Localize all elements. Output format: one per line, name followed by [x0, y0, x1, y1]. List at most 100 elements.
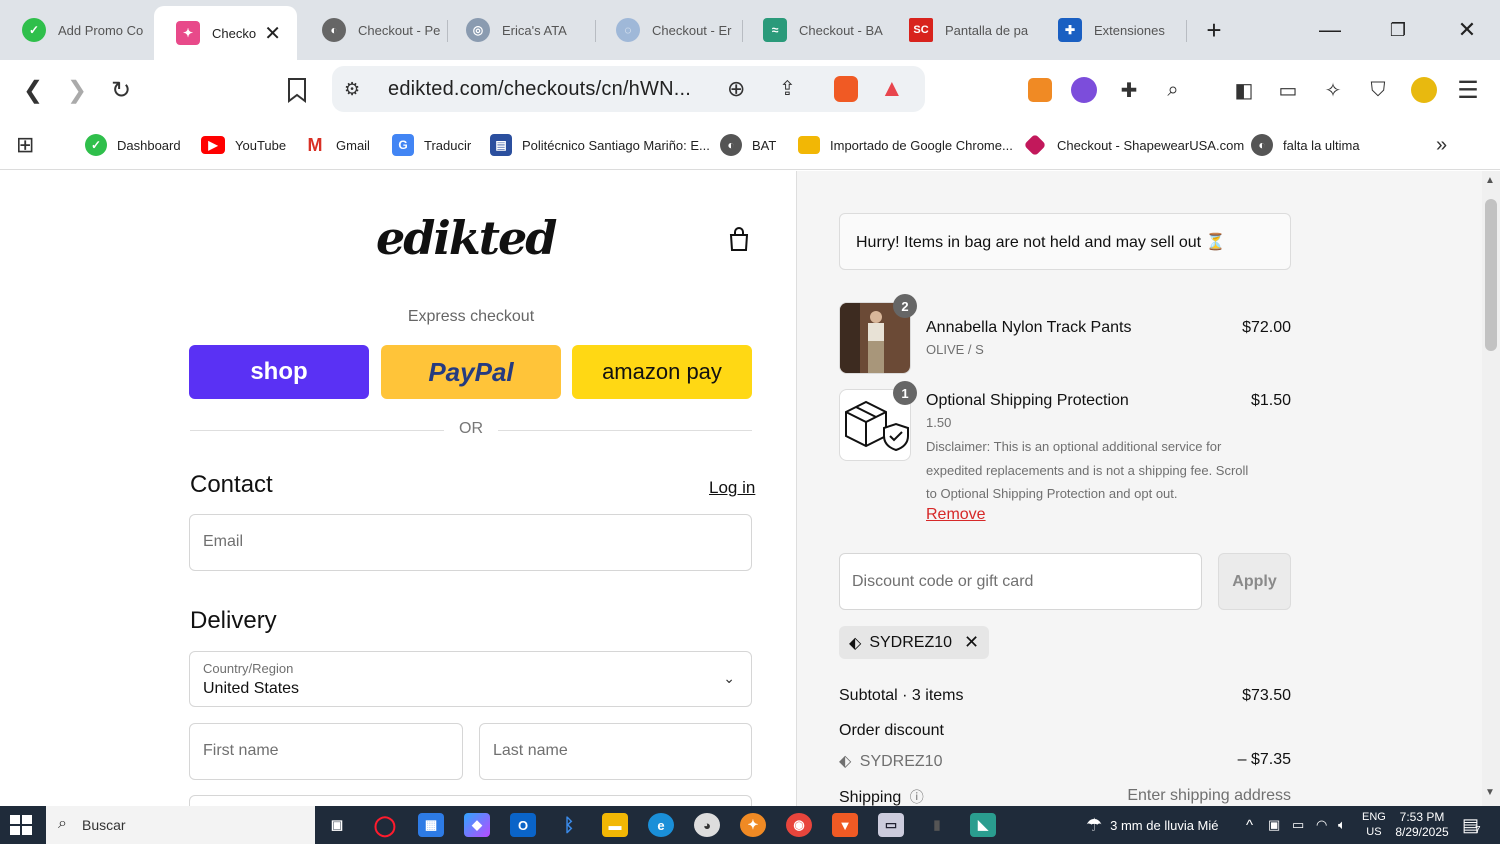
- edge-icon[interactable]: e: [648, 813, 674, 837]
- scroll-thumb[interactable]: [1485, 199, 1497, 351]
- tab-search-icon[interactable]: ⌕: [1157, 74, 1189, 106]
- apply-discount-button[interactable]: Apply: [1218, 553, 1291, 610]
- last-name-field[interactable]: Last name: [479, 723, 752, 780]
- brave-shield-icon[interactable]: [834, 76, 858, 102]
- notifications-icon[interactable]: ▤ 7: [1462, 806, 1481, 844]
- wifi-icon[interactable]: ◠: [1316, 806, 1327, 844]
- tab-label: Erica's ATA: [502, 22, 567, 38]
- app-window-icon[interactable]: ▭: [878, 813, 904, 837]
- tab-favicon-icon: ◌: [616, 18, 640, 42]
- bluetooth-icon[interactable]: ᛒ: [556, 813, 582, 837]
- shop-pay-button[interactable]: shop: [189, 345, 369, 399]
- app-icon[interactable]: ✦: [740, 813, 766, 837]
- first-name-field[interactable]: First name: [189, 723, 463, 780]
- country-select[interactable]: Country/Region United States ⌄: [189, 651, 752, 707]
- tab-add-promo[interactable]: ✓ Add Promo Co: [0, 7, 150, 53]
- applied-code-label: SYDREZ10: [869, 633, 953, 651]
- battery-icon[interactable]: ▭: [1292, 806, 1304, 844]
- more-bookmarks-chevron-icon[interactable]: »: [1436, 130, 1447, 160]
- new-tab-plus-icon[interactable]: +: [1184, 8, 1244, 52]
- back-icon[interactable]: ❮: [15, 72, 51, 108]
- bookmark-shapewear[interactable]: Checkout - ShapewearUSA.com: [1023, 130, 1244, 160]
- tab-label: Extensiones: [1094, 22, 1165, 38]
- page-content: edikted Express checkout shop PayPal ama…: [0, 171, 1500, 806]
- sidebar-toggle-icon[interactable]: ◧: [1228, 74, 1260, 106]
- bookmark-gmail[interactable]: M Gmail: [304, 130, 370, 160]
- brave-rewards-icon[interactable]: ▲: [880, 75, 904, 103]
- bookmark-bat[interactable]: ◐ BAT: [720, 130, 776, 160]
- extension-icon[interactable]: [1028, 78, 1052, 102]
- forward-icon[interactable]: ❯: [59, 72, 95, 108]
- tab-checkout-pe[interactable]: ◐ Checkout - Pe: [300, 7, 445, 53]
- outlook-icon[interactable]: O: [510, 813, 536, 837]
- bookmark-politecnico[interactable]: ▤ Politécnico Santiago Mariño: E...: [490, 130, 710, 160]
- tab-pantalla[interactable]: SC Pantalla de pa: [887, 7, 1035, 53]
- shipping-row: Shipping ⓘ Enter shipping address: [839, 787, 1291, 806]
- amazon-pay-button[interactable]: amazon pay: [572, 345, 752, 399]
- tab-checkout-er[interactable]: ◌ Checkout - Er: [594, 7, 739, 53]
- tab-ericas-ata[interactable]: ◎ Erica's ATA: [444, 7, 594, 53]
- apps-grid-icon[interactable]: ⊞: [16, 130, 34, 160]
- help-circle-icon[interactable]: ⓘ: [910, 789, 924, 805]
- tab-checkout-ba[interactable]: ≈ Checkout - BA: [741, 7, 889, 53]
- chevron-down-icon: ⌄: [723, 670, 735, 686]
- bookmark-youtube[interactable]: ▶ YouTube: [201, 130, 286, 160]
- remove-code-icon[interactable]: ✕: [964, 632, 979, 653]
- site-info-icon[interactable]: ⚙: [344, 79, 360, 100]
- bookmark-dashboard[interactable]: ✓ Dashboard: [85, 130, 181, 160]
- restore-icon[interactable]: ❐: [1368, 8, 1428, 52]
- opera-icon[interactable]: ◯: [372, 813, 398, 837]
- close-window-icon[interactable]: ✕: [1437, 8, 1497, 52]
- store-logo[interactable]: edikted: [376, 211, 557, 265]
- extension-icon[interactable]: [1071, 77, 1097, 103]
- clock[interactable]: 7:53 PM 8/29/2025: [1395, 806, 1448, 844]
- email-field[interactable]: Email: [189, 514, 752, 571]
- discount-code-input[interactable]: Discount code or gift card: [839, 553, 1202, 610]
- app-icon[interactable]: ▮: [924, 813, 950, 837]
- minimize-icon[interactable]: —: [1300, 8, 1360, 52]
- zoom-icon[interactable]: ⊕: [727, 76, 745, 102]
- tab-checkout-active[interactable]: ✦ Checko ✕: [154, 6, 297, 60]
- show-hidden-icons-chevron-icon[interactable]: ^: [1246, 806, 1253, 844]
- chrome-profile-icon[interactable]: ◕: [694, 813, 720, 837]
- brave-icon[interactable]: ▼: [832, 813, 858, 837]
- tray-icon[interactable]: ▣: [1268, 806, 1280, 844]
- bookmark-folder-importado[interactable]: Importado de Google Chrome...: [798, 130, 1013, 160]
- item-variant: 1.50: [926, 415, 952, 430]
- taskbar-search[interactable]: ⌕ Buscar: [46, 806, 315, 844]
- vpn-shield-icon[interactable]: ⛉: [1362, 74, 1394, 106]
- page-scrollbar[interactable]: ▲ ▼: [1482, 171, 1500, 806]
- weather-widget[interactable]: ☂ 3 mm de lluvia Mié: [1086, 806, 1219, 844]
- close-tab-icon[interactable]: ✕: [264, 21, 281, 46]
- copilot-icon[interactable]: ◆: [464, 813, 490, 837]
- remove-protection-link[interactable]: Remove: [926, 506, 986, 524]
- shopping-bag-icon[interactable]: [726, 226, 752, 252]
- address-bar[interactable]: ⚙ edikted.com/checkouts/cn/hWN... ⊕ ⇪ ▲: [332, 66, 925, 112]
- volume-icon[interactable]: 🔈︎: [1338, 806, 1346, 844]
- reload-icon[interactable]: ↻: [103, 72, 139, 108]
- profile-avatar[interactable]: [1411, 77, 1437, 103]
- address-field[interactable]: [189, 795, 752, 806]
- chrome-icon[interactable]: ◉: [786, 813, 812, 837]
- bookmark-icon[interactable]: [279, 72, 315, 108]
- tab-extensiones[interactable]: ✚ Extensiones: [1036, 7, 1184, 53]
- language-indicator[interactable]: ENG US: [1362, 806, 1386, 844]
- app-icon[interactable]: ◣: [970, 813, 996, 837]
- login-link[interactable]: Log in: [709, 478, 755, 498]
- leo-ai-icon[interactable]: ✧: [1317, 74, 1349, 106]
- tab-favicon-icon: ≈: [763, 18, 787, 42]
- bookmark-traducir[interactable]: G Traducir: [392, 130, 471, 160]
- paypal-button[interactable]: PayPal: [381, 345, 561, 399]
- menu-hamburger-icon[interactable]: ☰: [1452, 74, 1484, 106]
- task-view-icon[interactable]: ▣: [324, 813, 350, 837]
- bookmark-falta[interactable]: ◐ falta la ultima: [1251, 130, 1360, 160]
- file-explorer-icon[interactable]: ▬: [602, 813, 628, 837]
- wallet-icon[interactable]: ▭: [1272, 74, 1304, 106]
- calculator-icon[interactable]: ▦: [418, 813, 444, 837]
- share-icon[interactable]: ⇪: [779, 76, 796, 101]
- extensions-puzzle-icon[interactable]: ✚: [1113, 74, 1145, 106]
- scroll-down-arrow-icon[interactable]: ▼: [1485, 787, 1495, 798]
- windows-start-icon[interactable]: [10, 815, 32, 835]
- scroll-up-arrow-icon[interactable]: ▲: [1485, 175, 1495, 186]
- express-checkout-label: Express checkout: [407, 308, 535, 325]
